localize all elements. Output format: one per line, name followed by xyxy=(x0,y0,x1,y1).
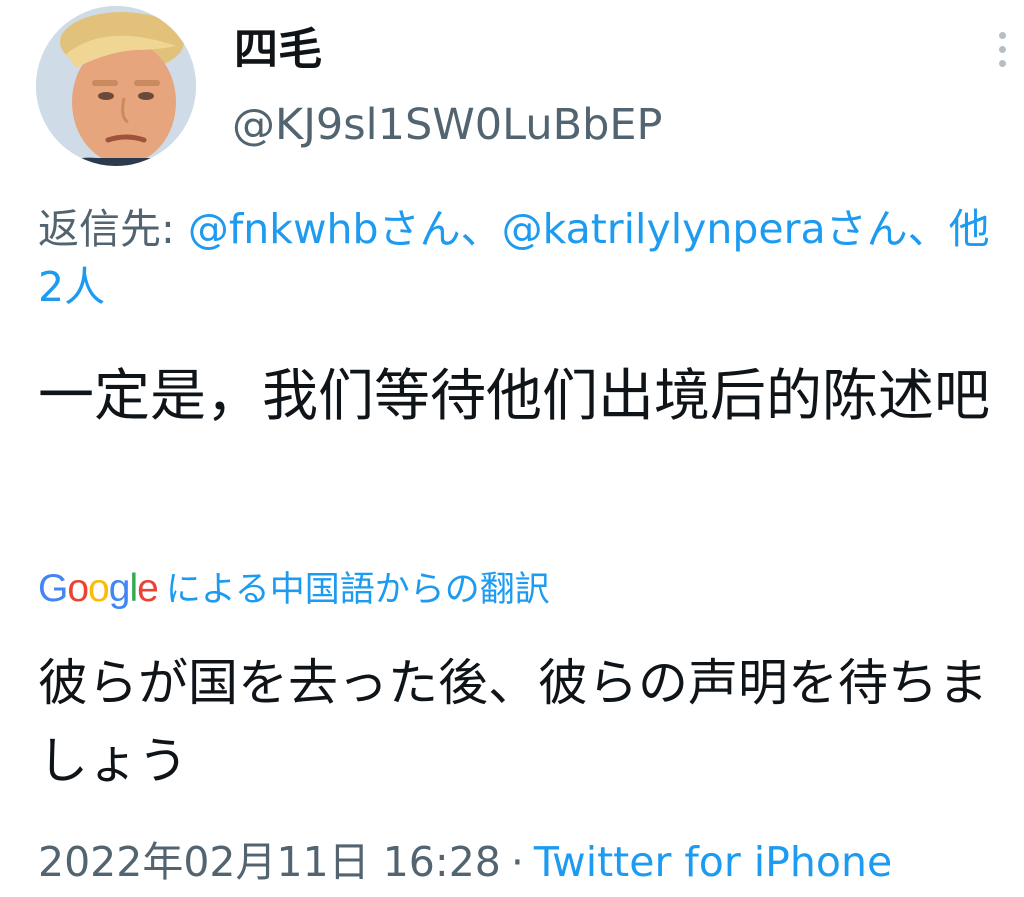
meta-separator: · xyxy=(510,838,524,886)
translated-text: 彼らが国を去った後、彼らの声明を待ちましょう xyxy=(38,654,988,790)
tweet: 四毛 @KJ9sl1SW0LuBbEP 返信先: @fnkwhbさん、@katr… xyxy=(0,0,1024,897)
mention-link-1[interactable]: @fnkwhbさん xyxy=(188,205,461,253)
mention-link-2[interactable]: @katrilylynperaさん xyxy=(502,205,908,253)
user-avatar-icon xyxy=(36,6,196,166)
user-handle[interactable]: @KJ9sl1SW0LuBbEP xyxy=(232,98,662,152)
google-logo: Google xyxy=(38,567,159,610)
dot-icon xyxy=(998,46,1006,53)
mention-separator-1: 、 xyxy=(460,205,502,253)
mention-separator-2: 、 xyxy=(907,205,949,253)
avatar[interactable] xyxy=(36,6,196,166)
tweet-text: 一定是，我们等待他们出境后的陈述吧 xyxy=(38,364,990,429)
dot-icon xyxy=(998,32,1006,39)
reply-prefix: 返信先: xyxy=(38,205,188,253)
reply-to-line: 返信先: @fnkwhbさん、@katrilylynperaさん、他2人 xyxy=(38,200,998,316)
translation-header[interactable]: Google による中国語からの翻訳 xyxy=(38,564,550,615)
more-options-icon[interactable] xyxy=(990,32,1014,76)
display-name[interactable]: 四毛 xyxy=(234,22,322,78)
timestamp[interactable]: 2022年02月11日 16:28 xyxy=(38,838,501,886)
source-link[interactable]: Twitter for iPhone xyxy=(534,838,892,886)
tweet-meta: 2022年02月11日 16:28 · Twitter for iPhone xyxy=(38,834,892,890)
translation-label[interactable]: による中国語からの翻訳 xyxy=(166,570,550,610)
dot-icon xyxy=(998,60,1006,67)
